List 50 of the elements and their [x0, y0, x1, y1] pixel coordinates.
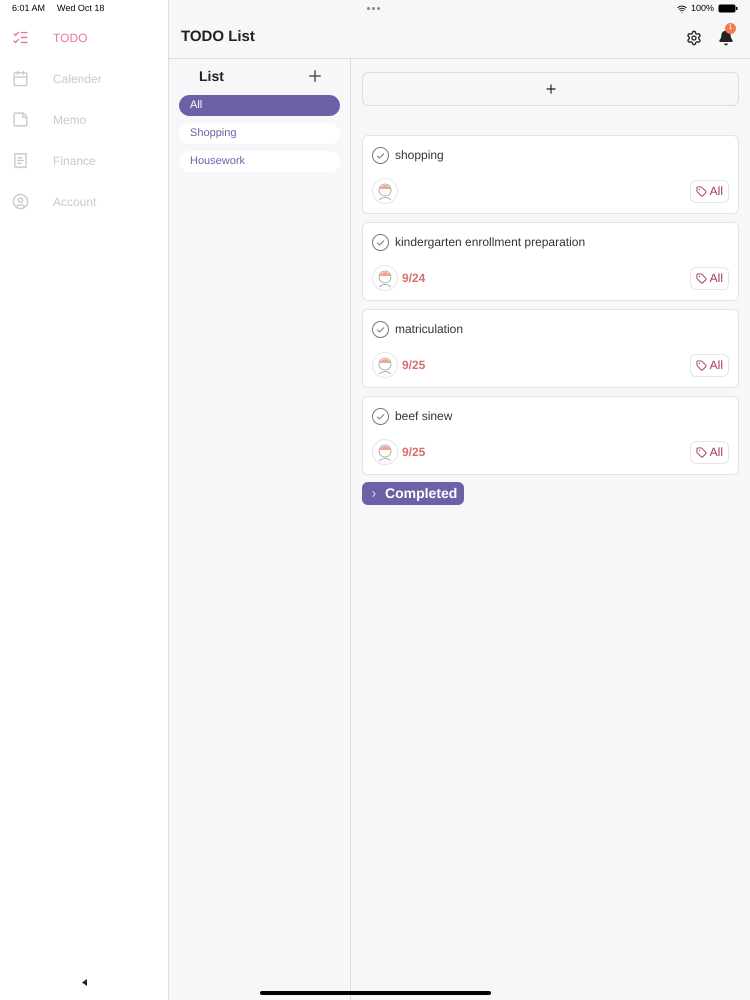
task-card[interactable]: shopping All — [362, 135, 739, 214]
add-list-icon[interactable] — [306, 67, 324, 85]
receipt-icon — [12, 152, 29, 169]
list-item[interactable]: Housework — [179, 151, 340, 172]
calendar-icon — [12, 70, 29, 87]
task-card[interactable]: kindergarten enrollment preparation 9/24 All — [362, 222, 739, 301]
tag-icon — [696, 446, 707, 458]
battery-level: 100% — [690, 2, 714, 15]
sidebar-item[interactable]: TODO — [0, 17, 168, 58]
status-date: Wed Oct 18 — [57, 2, 104, 15]
bell-icon[interactable] — [718, 30, 734, 46]
battery-icon — [718, 4, 738, 13]
settings-icon[interactable] — [686, 30, 702, 46]
avatar-icon — [372, 265, 398, 291]
check-circle-icon[interactable] — [372, 234, 389, 250]
check-circle-icon[interactable] — [372, 146, 389, 164]
wifi-icon — [676, 4, 687, 14]
check-circle-icon[interactable] — [372, 320, 389, 338]
check-circle-icon[interactable] — [372, 408, 389, 424]
list-item[interactable]: All — [179, 95, 340, 116]
list-item[interactable]: Shopping — [179, 123, 340, 144]
tag-chip[interactable]: All — [690, 180, 729, 202]
tag-chip[interactable]: All — [690, 440, 729, 464]
task-title: shopping — [395, 147, 444, 164]
task-title: beef sinew — [395, 408, 452, 425]
task-title: matriculation — [395, 321, 464, 338]
due-date: 9/24 — [402, 270, 426, 287]
note-icon — [12, 111, 29, 128]
user-icon — [12, 193, 29, 210]
task-card[interactable]: matriculation 9/25 All — [362, 309, 739, 388]
page-title: TODO List — [181, 27, 255, 48]
tag-chip[interactable]: All — [690, 266, 729, 290]
plus-icon — [544, 82, 558, 96]
due-date: 9/25 — [402, 444, 426, 461]
avatar-icon — [372, 352, 398, 378]
tag-icon — [696, 360, 707, 370]
tag-chip[interactable]: All — [690, 354, 729, 376]
avatar-icon — [372, 439, 398, 465]
checklist-icon — [12, 29, 29, 46]
due-date: 9/25 — [402, 357, 426, 374]
tag-icon — [696, 272, 707, 284]
completed-toggle[interactable]: Completed — [362, 482, 464, 505]
list-title: List — [199, 66, 224, 86]
status-time: 6:01 AM — [12, 2, 46, 15]
multitask-dots[interactable] — [367, 7, 380, 10]
avatar-icon — [372, 178, 398, 204]
tag-icon — [696, 186, 707, 196]
collapse-icon[interactable] — [82, 979, 86, 986]
task-title: kindergarten enrollment preparation — [395, 234, 586, 251]
task-card[interactable]: beef sinew 9/25 All — [362, 396, 739, 475]
